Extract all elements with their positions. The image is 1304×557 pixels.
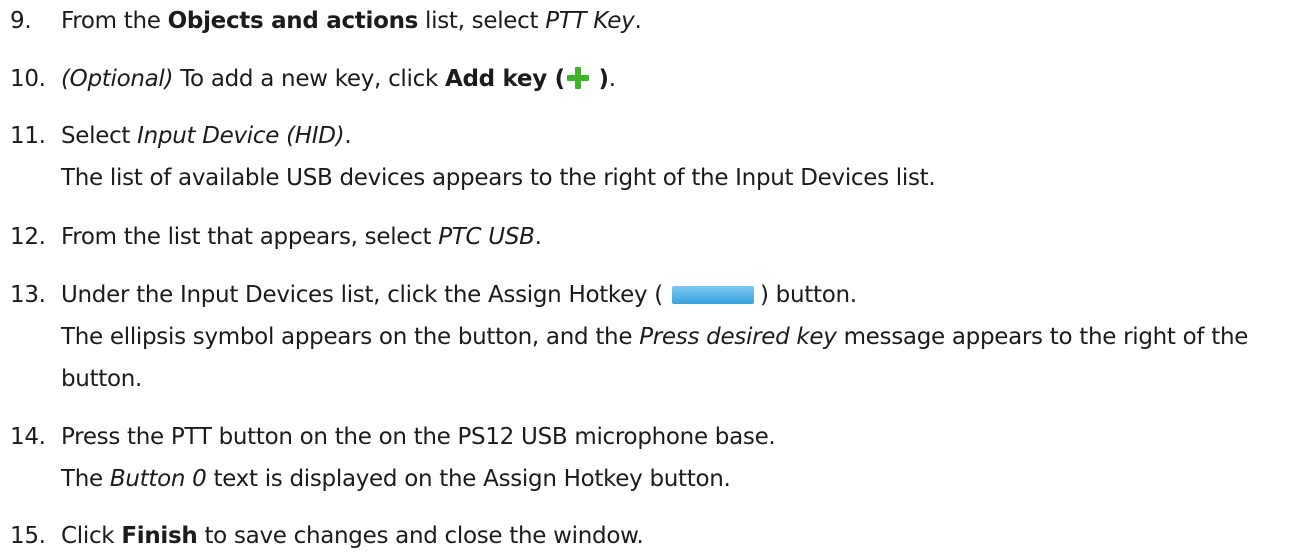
text-run: Click <box>61 523 122 549</box>
text-run: message appears to the right of the <box>836 324 1249 350</box>
finish-label: Finish <box>121 523 198 549</box>
text-run: From the <box>61 8 168 34</box>
step-content: (Optional) To add a new key, click Add k… <box>61 58 1296 100</box>
step-number: 10. <box>10 66 46 92</box>
step-text: From the Objects and actions list, selec… <box>61 0 1296 42</box>
text-run: . <box>634 8 642 34</box>
step-text: Select Input Device (HID). <box>61 115 1296 157</box>
text-run: to save changes and close the window. <box>197 523 644 549</box>
add-key-label-close: ) <box>590 66 610 92</box>
text-run: Select <box>61 123 138 149</box>
step-content: From the list that appears, select PTC U… <box>61 216 1296 258</box>
text-run: . <box>608 66 616 92</box>
objects-and-actions-label: Objects and actions <box>167 8 419 34</box>
step-text: Press the PTT button on the on the PS12 … <box>61 424 776 450</box>
step-text: Under the Input Devices list, click the … <box>61 274 1296 316</box>
optional-label: (Optional) <box>61 66 174 92</box>
text-run: The ellipsis symbol appears on the butto… <box>61 324 640 350</box>
step-number: 11. <box>10 123 46 149</box>
step-text: Click Finish to save changes and close t… <box>61 515 1296 557</box>
step-number: 14. <box>10 424 46 450</box>
add-key-label: Add key ( <box>444 66 565 92</box>
step-result-text: The ellipsis symbol appears on the butto… <box>61 316 1296 358</box>
text-run: Under the Input Devices list, click the … <box>61 282 670 308</box>
text-run: list, select <box>418 8 546 34</box>
ptt-key-label: PTT Key <box>545 8 635 34</box>
step-content: Click Finish to save changes and close t… <box>61 515 1296 557</box>
step-number: 13. <box>10 282 46 308</box>
text-run: . <box>534 224 542 250</box>
input-device-hid-label: Input Device (HID) <box>137 123 345 149</box>
step-content: Select Input Device (HID). The list of a… <box>61 115 1296 199</box>
step-content: Under the Input Devices list, click the … <box>61 274 1296 400</box>
text-run: The <box>61 466 110 492</box>
button-0-label: Button 0 <box>109 466 207 492</box>
step-number: 12. <box>10 224 46 250</box>
step-text: From the list that appears, select PTC U… <box>61 216 1296 258</box>
step-number: 15. <box>10 523 46 549</box>
step-result-text: The list of available USB devices appear… <box>61 165 936 191</box>
step-result-text-continued: button. <box>61 366 143 392</box>
procedure-steps: 9. From the Objects and actions list, se… <box>0 0 1304 552</box>
step-content: Press the PTT button on the on the PS12 … <box>61 416 1296 500</box>
text-run: ) button. <box>760 282 857 308</box>
step-text: (Optional) To add a new key, click Add k… <box>61 58 1296 100</box>
plus-icon <box>566 67 589 89</box>
step-result-text: The Button 0 text is displayed on the As… <box>61 458 1296 500</box>
text-run: To add a new key, click <box>173 66 445 92</box>
text-run: From the list that appears, select <box>61 224 439 250</box>
press-desired-key-label: Press desired key <box>639 324 837 350</box>
assign-hotkey-button-icon <box>672 286 754 304</box>
text-run: text is displayed on the Assign Hotkey b… <box>206 466 731 492</box>
ptc-usb-label: PTC USB <box>438 224 535 250</box>
text-run: . <box>344 123 352 149</box>
step-content: From the Objects and actions list, selec… <box>61 0 1296 42</box>
step-number: 9. <box>10 8 32 34</box>
